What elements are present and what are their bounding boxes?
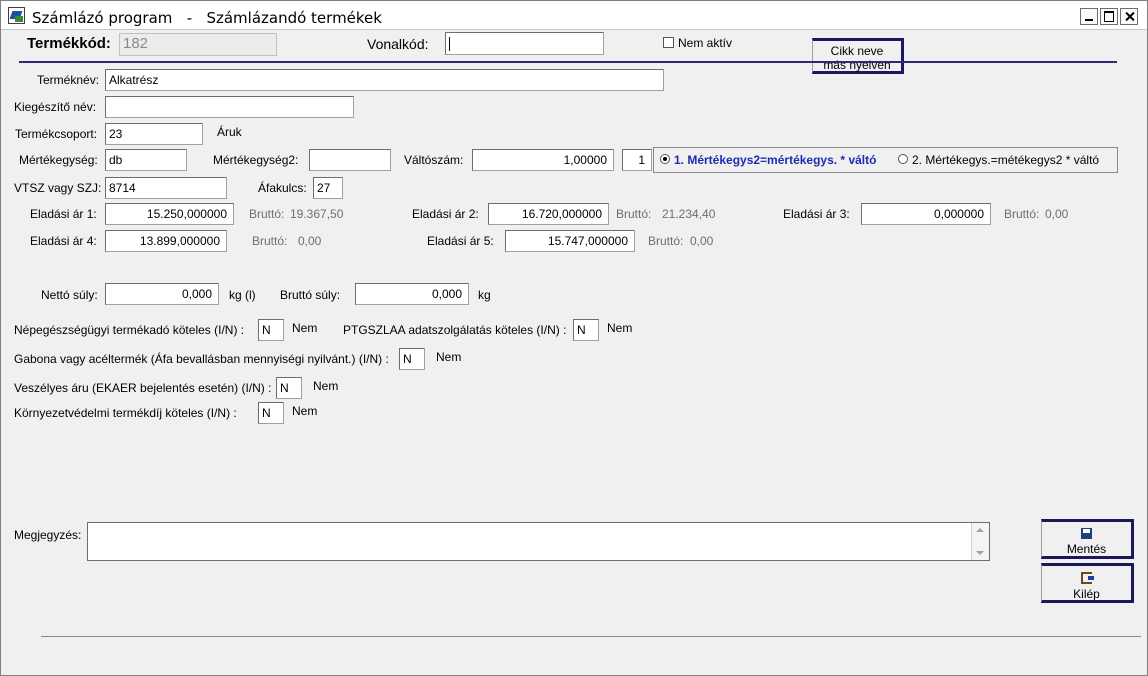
nem-aktiv-label: Nem aktív xyxy=(678,36,733,50)
nepeg-input[interactable]: N xyxy=(258,319,284,341)
bottom-divider xyxy=(41,636,1141,637)
mentes-label: Mentés xyxy=(1066,542,1107,556)
termekkod-label: Termékkód: xyxy=(27,35,111,52)
title-bar: Számlázó program - Számlázandó termékek xyxy=(1,1,1147,30)
exit-door-icon xyxy=(1081,572,1094,584)
main-window: Számlázó program - Számlázandó termékek … xyxy=(0,0,1148,676)
ar3-label: Eladási ár 3: xyxy=(783,207,850,221)
nem-aktiv-checkbox[interactable] xyxy=(663,37,674,48)
ar2-brutto-value: 21.234,40 xyxy=(662,207,716,221)
scroll-down-arrow-icon[interactable] xyxy=(976,551,984,555)
save-icon xyxy=(1081,528,1092,539)
kornyezet-input[interactable]: N xyxy=(258,402,284,424)
radio-option-1[interactable] xyxy=(660,154,670,164)
header-divider xyxy=(19,61,1117,63)
mertekegyseg-label: Mértékegység: xyxy=(19,153,98,167)
gabona-label: Gabona vagy acéltermék (Áfa bevallásban … xyxy=(14,352,389,366)
ar1-label: Eladási ár 1: xyxy=(30,207,97,221)
window-title: Számlázó program - Számlázandó termékek xyxy=(32,9,382,27)
ptg-input[interactable]: N xyxy=(573,319,599,341)
brutto-suly-label: Bruttó súly: xyxy=(280,288,341,302)
ar1-brutto-label: Bruttó: xyxy=(249,207,285,221)
kiegeszito-label: Kiegészítő név: xyxy=(14,100,97,114)
mertekegyseg2-label: Mértékegység2: xyxy=(213,153,299,167)
ar5-brutto-value: 0,00 xyxy=(690,234,714,248)
nepeg-text: Nem xyxy=(292,321,318,335)
mertekegyseg-input[interactable]: db xyxy=(105,149,187,171)
ar3-input[interactable]: 0,000000 xyxy=(861,203,991,225)
nepeg-label: Népegészségügyi termékadó köteles (I/N) … xyxy=(14,323,245,337)
maximize-button[interactable] xyxy=(1100,8,1118,25)
vtsz-label: VTSZ vagy SZJ: xyxy=(14,181,102,195)
radio-option-1-label[interactable]: 1. Mértékegys2=mértékegys. * váltó xyxy=(674,153,876,167)
afakulcs-label: Áfakulcs: xyxy=(258,181,307,195)
brutto-suly-input[interactable]: 0,000 xyxy=(355,283,469,305)
ar4-brutto-value: 0,00 xyxy=(298,234,322,248)
ar4-input[interactable]: 13.899,000000 xyxy=(105,230,227,252)
termekcsoport-label: Termékcsoport: xyxy=(15,127,98,141)
ar1-brutto-value: 19.367,50 xyxy=(290,207,344,221)
gabona-input[interactable]: N xyxy=(399,348,425,370)
netto-suly-input[interactable]: 0,000 xyxy=(105,283,219,305)
ar2-label: Eladási ár 2: xyxy=(412,207,479,221)
mentes-button[interactable]: Mentés xyxy=(1041,519,1134,559)
megjegyzes-scrollbar[interactable] xyxy=(971,523,989,560)
radio-option-2-label[interactable]: 2. Mértékegys.=métékegys2 * váltó xyxy=(912,153,1099,167)
ar5-input[interactable]: 15.747,000000 xyxy=(505,230,635,252)
kornyezet-label: Környezetvédelmi termékdíj köteles (I/N)… xyxy=(14,406,237,420)
netto-suly-unit: kg (l) xyxy=(229,288,256,302)
ar2-brutto-label: Bruttó: xyxy=(616,207,652,221)
mertekegyseg2-input[interactable] xyxy=(309,149,391,171)
ar5-label: Eladási ár 5: xyxy=(427,234,494,248)
termekcsoport-name: Áruk xyxy=(217,125,242,139)
gabona-text: Nem xyxy=(436,350,462,364)
minimize-button[interactable] xyxy=(1080,8,1098,25)
close-button[interactable] xyxy=(1120,8,1138,25)
ar4-brutto-label: Bruttó: xyxy=(252,234,288,248)
kilep-label: Kilép xyxy=(1073,587,1100,601)
ar1-input[interactable]: 15.250,000000 xyxy=(105,203,234,225)
radio-option-2[interactable] xyxy=(898,154,908,164)
termeknev-label: Terméknév: xyxy=(37,73,100,87)
kilep-button[interactable]: Kilép xyxy=(1041,563,1134,603)
kiegeszito-input[interactable] xyxy=(105,96,354,118)
ar3-brutto-value: 0,00 xyxy=(1045,207,1069,221)
megjegyzes-textarea[interactable] xyxy=(87,522,990,561)
ar4-label: Eladási ár 4: xyxy=(30,234,97,248)
ptg-label: PTGSZLAA adatszolgálatás köteles (I/N) : xyxy=(343,323,567,337)
ar2-input[interactable]: 16.720,000000 xyxy=(488,203,609,225)
megjegyzes-label: Megjegyzés: xyxy=(14,528,82,542)
termekkod-field[interactable]: 182 xyxy=(119,33,277,56)
valtoszam2-input[interactable]: 1 xyxy=(622,149,652,171)
veszelyes-label: Veszélyes áru (EKAER bejelentés esetén) … xyxy=(14,381,272,395)
cikk-nyelven-button[interactable]: Cikk neve más nyelven xyxy=(812,38,904,74)
brutto-suly-unit: kg xyxy=(478,288,491,302)
afakulcs-input[interactable]: 27 xyxy=(313,177,343,199)
app-icon[interactable] xyxy=(8,7,25,24)
valtoszam-input[interactable]: 1,00000 xyxy=(472,149,614,171)
kornyezet-text: Nem xyxy=(292,404,318,418)
ar3-brutto-label: Bruttó: xyxy=(1004,207,1040,221)
termeknev-input[interactable]: Alkatrész xyxy=(105,69,664,91)
termekcsoport-input[interactable]: 23 xyxy=(105,123,203,145)
netto-suly-label: Nettó súly: xyxy=(41,288,98,302)
vonalkod-label: Vonalkód: xyxy=(367,36,429,52)
ptg-text: Nem xyxy=(607,321,633,335)
vonalkod-input[interactable] xyxy=(445,32,604,55)
veszelyes-text: Nem xyxy=(313,379,339,393)
ar5-brutto-label: Bruttó: xyxy=(648,234,684,248)
veszelyes-input[interactable]: N xyxy=(276,377,302,399)
valtoszam-label: Váltószám: xyxy=(404,153,464,167)
conversion-radio-group: 1. Mértékegys2=mértékegys. * váltó 2. Mé… xyxy=(653,147,1118,173)
vtsz-input[interactable]: 8714 xyxy=(105,177,227,199)
scroll-up-arrow-icon[interactable] xyxy=(976,528,984,532)
